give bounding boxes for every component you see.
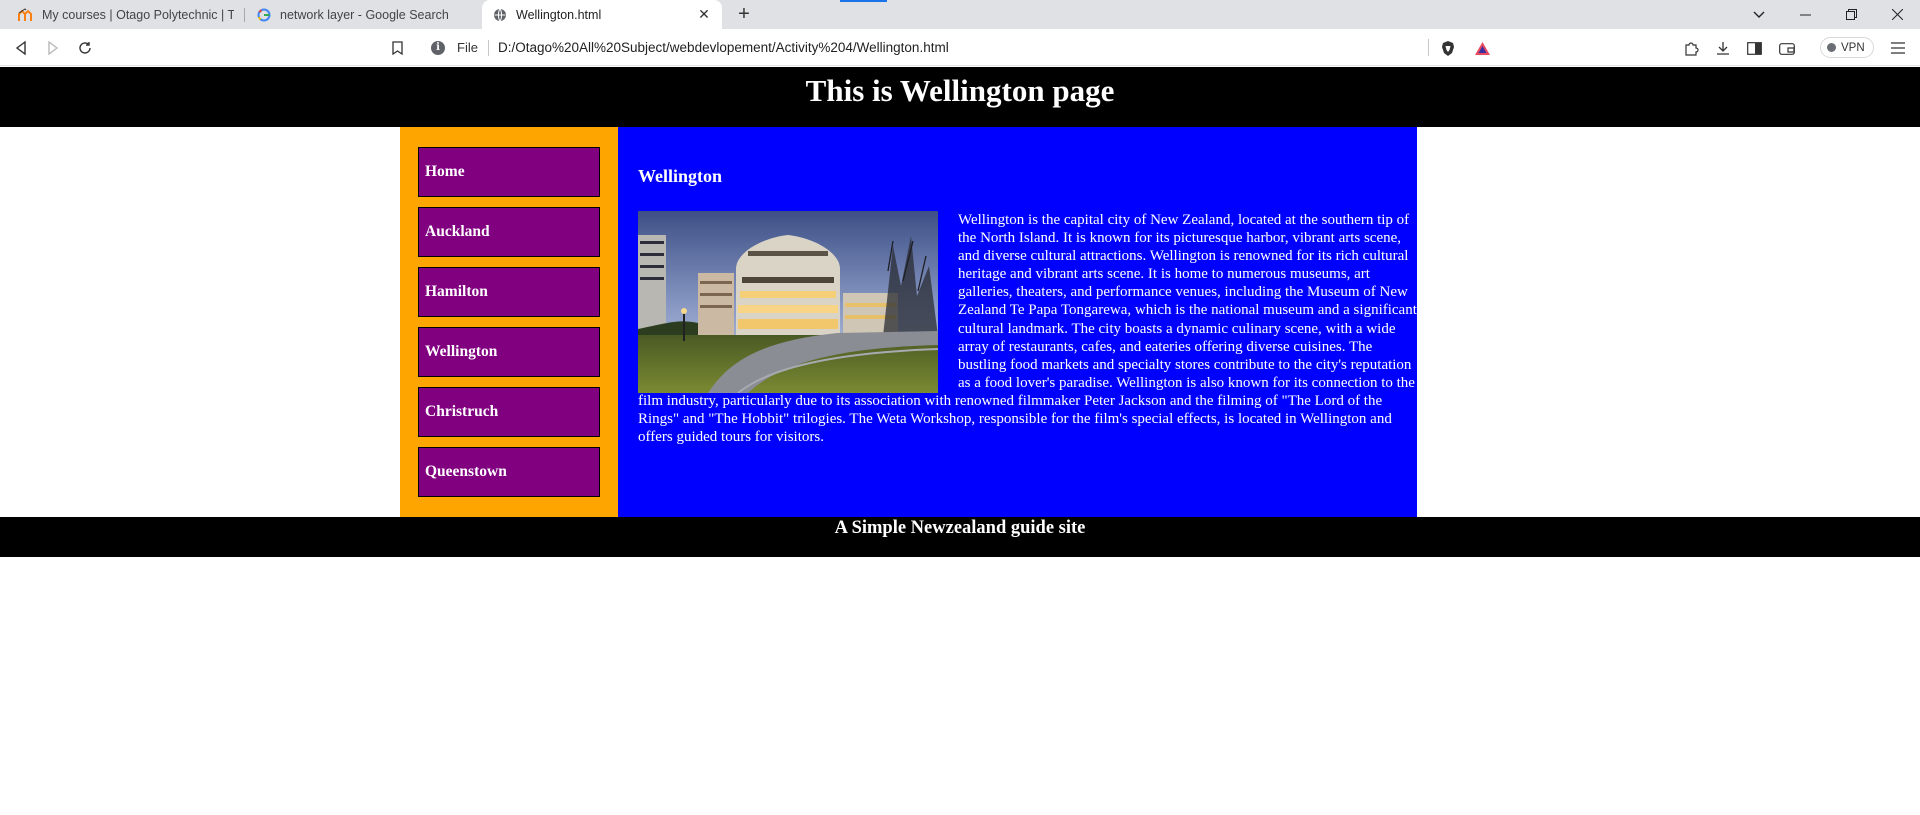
tab-title: My courses | Otago Polytechnic | Te P <box>42 7 234 22</box>
back-icon[interactable] <box>9 36 33 60</box>
tab-google-search[interactable]: network layer - Google Search <box>246 0 482 29</box>
globe-icon <box>492 7 508 23</box>
content-heading: Wellington <box>638 166 723 186</box>
address-divider <box>487 39 489 56</box>
tab-my-courses[interactable]: My courses | Otago Polytechnic | Te P <box>8 0 244 29</box>
vpn-button[interactable]: VPN <box>1820 37 1874 58</box>
forward-icon[interactable] <box>41 36 65 60</box>
page-title: This is Wellington page <box>805 73 1115 108</box>
brave-rewards-icon[interactable] <box>1470 36 1494 60</box>
web-page: This is Wellington page Home Auckland Ha… <box>0 67 1920 815</box>
nav-link-home[interactable]: Home <box>418 147 600 197</box>
close-tab-icon[interactable]: ✕ <box>696 6 712 23</box>
close-window-icon[interactable] <box>1874 0 1920 29</box>
menu-icon[interactable] <box>1886 36 1910 60</box>
tab-divider <box>244 8 245 22</box>
site-info-icon[interactable]: i <box>431 40 445 55</box>
download-icon[interactable] <box>1711 36 1735 60</box>
content-panel: Wellington Wellington is the capital cit… <box>618 127 1417 517</box>
tab-title: Wellington.html <box>516 7 602 22</box>
tab-loading-indicator <box>840 0 887 2</box>
nav-link-queenstown[interactable]: Queenstown <box>418 447 600 497</box>
reload-icon[interactable] <box>73 36 97 60</box>
scheme-label: File <box>457 40 478 55</box>
sidebar-icon[interactable] <box>1742 36 1766 60</box>
content-paragraph: Wellington is the capital city of New Ze… <box>638 211 1417 446</box>
moodle-icon <box>18 7 34 23</box>
tab-title: network layer - Google Search <box>280 7 449 22</box>
main-layout: Home Auckland Hamilton Wellington Christ… <box>400 127 1417 517</box>
minimize-icon[interactable] <box>1782 0 1828 29</box>
wallet-icon[interactable] <box>1775 36 1799 60</box>
image-float-space <box>638 211 958 391</box>
nav-link-christruch[interactable]: Christruch <box>418 387 600 437</box>
restore-icon[interactable] <box>1828 0 1874 29</box>
tab-wellington[interactable]: Wellington.html ✕ <box>482 0 722 29</box>
nav-link-auckland[interactable]: Auckland <box>418 207 600 257</box>
address-bar[interactable]: i File D:/Otago%20All%20Subject/webdevlo… <box>420 34 1498 61</box>
vpn-label: VPN <box>1841 41 1865 54</box>
url-text[interactable]: D:/Otago%20All%20Subject/webdevlopement/… <box>498 40 949 55</box>
footer-text: A Simple Newzealand guide site <box>834 518 1086 538</box>
new-tab-button[interactable]: + <box>733 3 755 25</box>
browser-toolbar: i File D:/Otago%20All%20Subject/webdevlo… <box>0 29 1920 66</box>
brave-shields-icon[interactable] <box>1436 36 1460 60</box>
toolbar-divider <box>1428 39 1429 56</box>
bookmark-icon[interactable] <box>385 36 409 60</box>
tab-search-chevron-down-icon[interactable] <box>1736 0 1782 29</box>
vpn-status-icon <box>1827 43 1836 52</box>
tab-strip: My courses | Otago Polytechnic | Te P ne… <box>0 0 1920 29</box>
site-footer: A Simple Newzealand guide site <box>0 517 1920 557</box>
google-icon <box>256 7 272 23</box>
city-nav: Home Auckland Hamilton Wellington Christ… <box>400 127 618 517</box>
nav-link-hamilton[interactable]: Hamilton <box>418 267 600 317</box>
extensions-icon[interactable] <box>1679 36 1703 60</box>
site-header: This is Wellington page <box>0 67 1920 127</box>
nav-link-wellington[interactable]: Wellington <box>418 327 600 377</box>
